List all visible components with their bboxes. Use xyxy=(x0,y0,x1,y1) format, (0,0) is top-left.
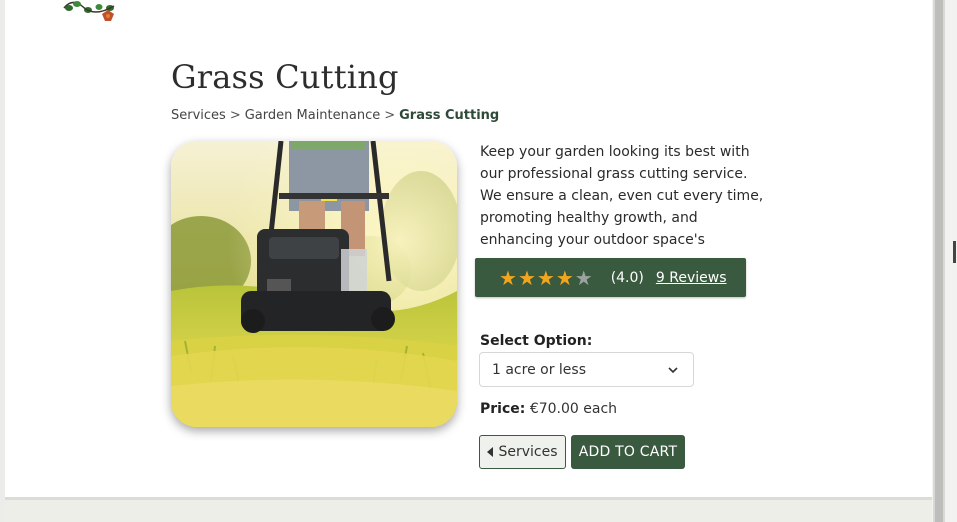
price: Price: €70.00 each xyxy=(480,401,617,417)
star-filled-icon: ★ xyxy=(555,265,574,290)
leaf-logo-icon xyxy=(63,1,115,21)
scrollbar-thumb[interactable] xyxy=(935,0,943,522)
option-select[interactable]: 1 acre or less xyxy=(479,352,694,387)
star-empty-icon: ★ xyxy=(574,265,593,290)
breadcrumb-current: Grass Cutting xyxy=(399,108,500,123)
rating-panel: ★ ★ ★ ★ ★ (4.0) 9 Reviews xyxy=(475,258,746,297)
add-to-cart-label: ADD TO CART xyxy=(578,444,678,460)
window-left-edge xyxy=(0,0,5,522)
option-select-value: 1 acre or less xyxy=(492,361,587,378)
lawnmower-photo-icon xyxy=(171,141,457,427)
footer xyxy=(5,497,932,522)
breadcrumb: Services > Garden Maintenance > Grass Cuttin… xyxy=(171,108,499,123)
price-value: €70.00 each xyxy=(529,401,618,417)
caret-left-icon xyxy=(487,447,494,457)
breadcrumb-link-services[interactable]: Services xyxy=(171,108,226,123)
breadcrumb-separator: > xyxy=(229,108,241,123)
reviews-link[interactable]: 9 Reviews xyxy=(656,270,727,286)
star-filled-icon: ★ xyxy=(517,265,536,290)
services-button[interactable]: Services xyxy=(479,435,566,469)
add-to-cart-button[interactable]: ADD TO CART xyxy=(571,435,685,469)
page-title: Grass Cutting xyxy=(171,58,399,96)
breadcrumb-link-garden-maintenance[interactable]: Garden Maintenance xyxy=(245,108,381,123)
product-image xyxy=(171,141,457,427)
product-description: Keep your garden looking its best with o… xyxy=(480,144,764,270)
resize-handle[interactable] xyxy=(953,241,956,263)
site-logo[interactable] xyxy=(62,0,118,24)
breadcrumb-separator: > xyxy=(384,108,396,123)
star-filled-icon: ★ xyxy=(536,265,555,290)
rating-value: (4.0) xyxy=(610,269,644,286)
chevron-down-icon xyxy=(668,367,678,374)
price-label: Price: xyxy=(480,401,526,417)
star-rating: ★ ★ ★ ★ ★ xyxy=(499,268,593,288)
star-filled-icon: ★ xyxy=(499,265,517,290)
option-label: Select Option: xyxy=(480,333,593,349)
services-button-label: Services xyxy=(498,444,558,460)
